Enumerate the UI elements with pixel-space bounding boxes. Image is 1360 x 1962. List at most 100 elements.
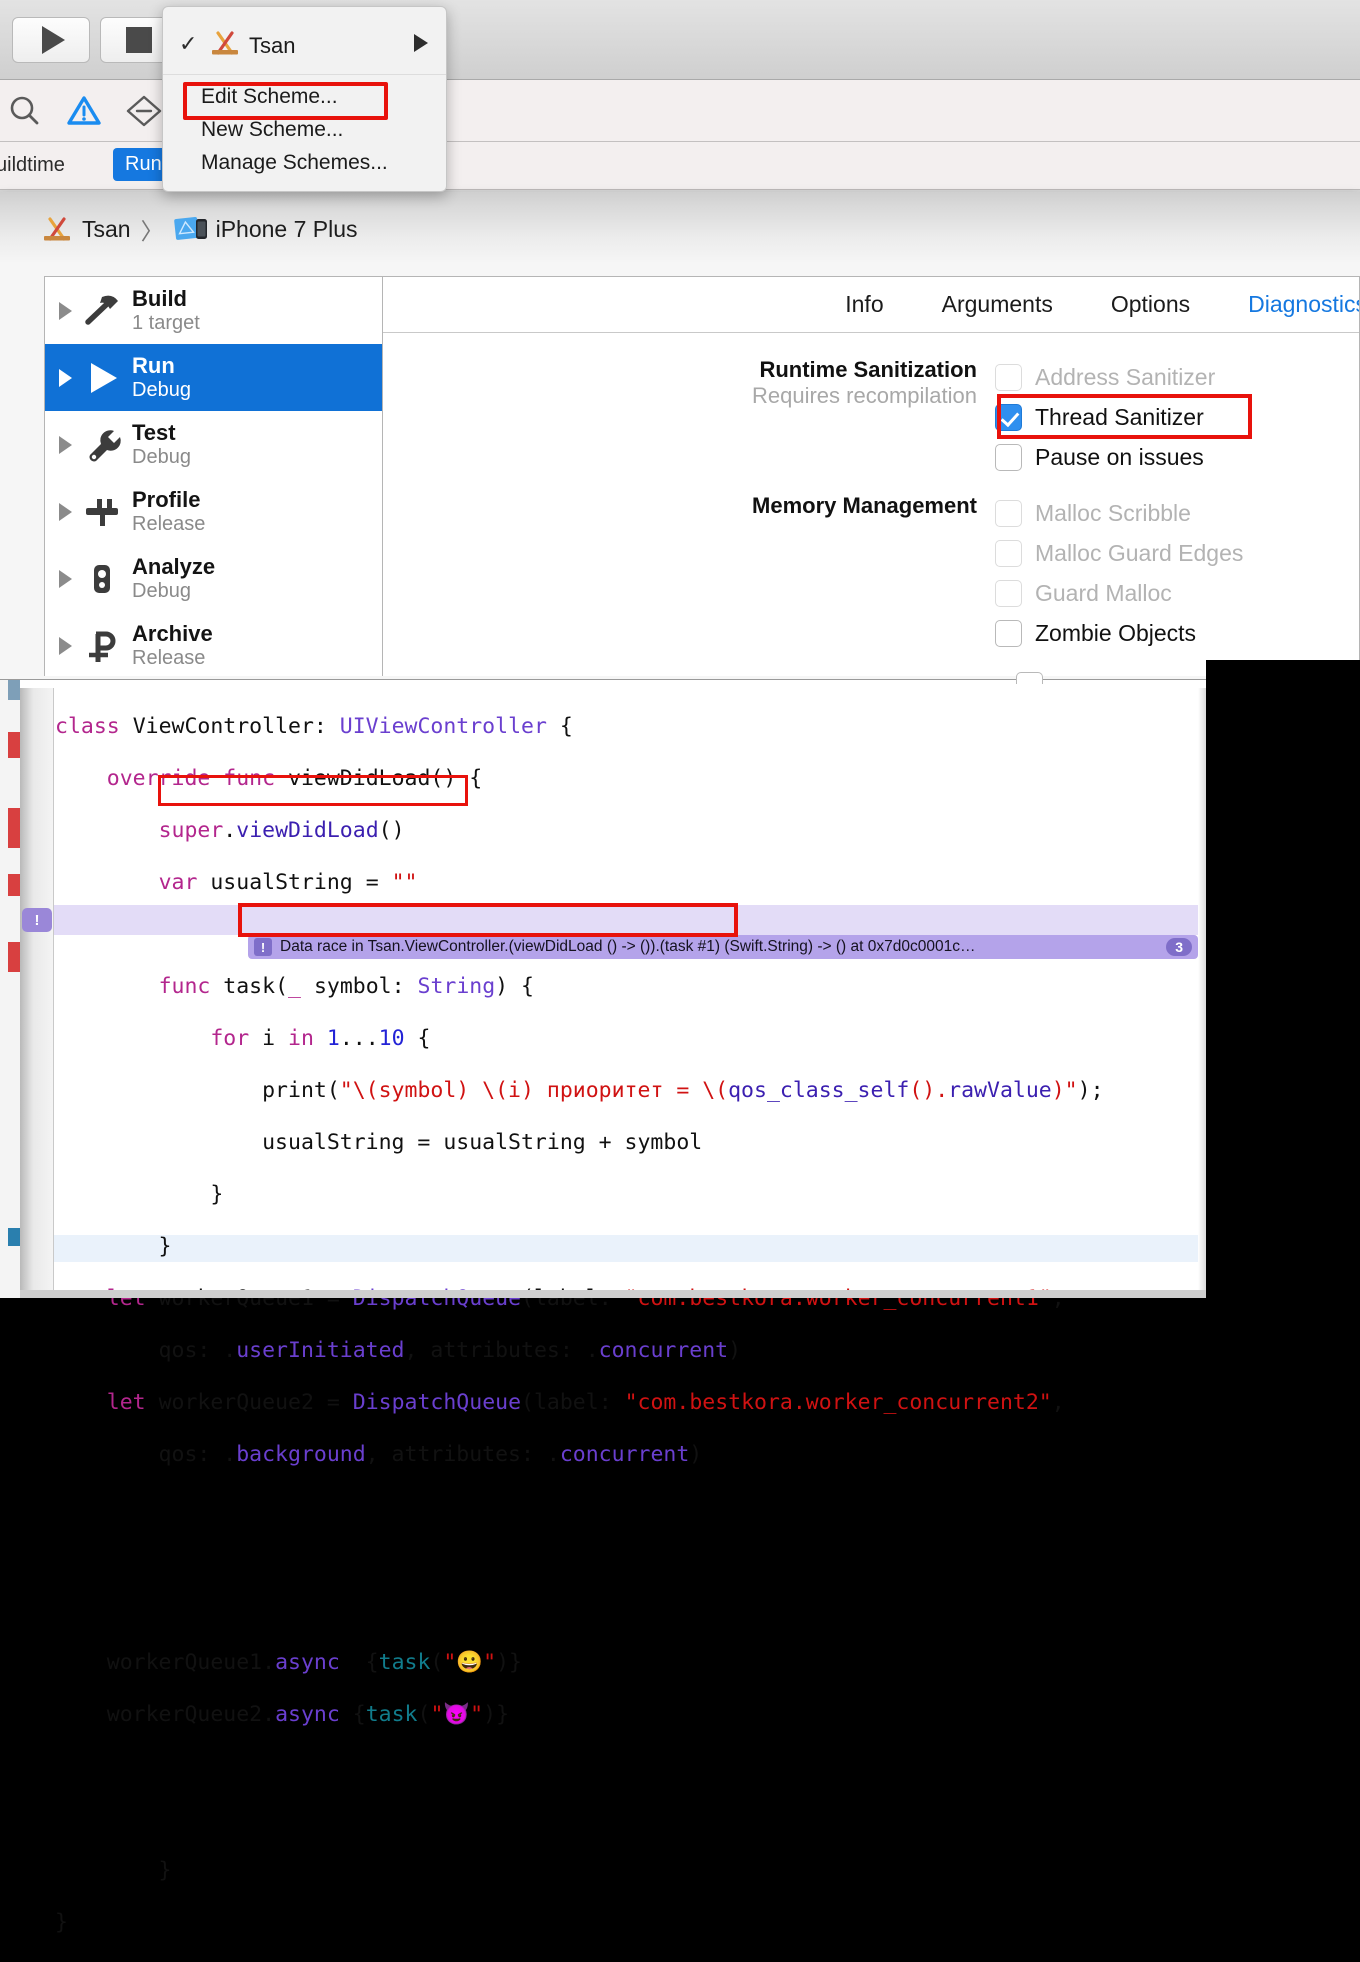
- checkbox-box[interactable]: [995, 499, 1022, 527]
- disclosure-triangle-icon[interactable]: [59, 569, 72, 588]
- checkbox-box[interactable]: [995, 403, 1022, 431]
- data-race-banner[interactable]: ! Data race in Tsan.ViewController.(view…: [248, 935, 1198, 959]
- code-line: for i in 1...10 {: [210, 1026, 431, 1051]
- code-line: }: [55, 1182, 224, 1207]
- scheme-row-archive[interactable]: Archive Release: [45, 612, 382, 676]
- issue-strip: [0, 680, 20, 1298]
- tab-options[interactable]: Options: [1111, 291, 1190, 318]
- breadcrumb-separator: 〉: [140, 218, 164, 244]
- microscope-icon: [94, 564, 110, 593]
- desktop-background: [1206, 680, 1360, 1298]
- checkbox-box[interactable]: [995, 619, 1022, 647]
- device-icon: [173, 216, 207, 240]
- xcode-app-icon: [212, 31, 238, 55]
- scheme-row-run[interactable]: Run Debug: [45, 344, 382, 411]
- code-line: func task(_ symbol: String) {: [158, 974, 535, 999]
- data-race-count-badge[interactable]: 3: [1166, 938, 1192, 956]
- disclosure-triangle-icon[interactable]: [59, 435, 72, 454]
- runtime-sanitization-group: Runtime Sanitization Requires recompilat…: [383, 357, 1215, 477]
- archive-icon: [89, 631, 116, 662]
- breadcrumb-destination[interactable]: iPhone 7 Plus: [216, 216, 358, 243]
- issue-mark: [8, 874, 20, 896]
- gauge-icon: [86, 498, 118, 526]
- tab-diagnostics[interactable]: Diagnostics: [1248, 291, 1359, 318]
- checkbox-label: Thread Sanitizer: [1035, 403, 1204, 430]
- checkbox-box[interactable]: [995, 579, 1022, 607]
- checkbox-label: Malloc Guard Edges: [1035, 539, 1244, 566]
- code-line: var usualString = "": [158, 870, 418, 895]
- menu-item-edit-scheme[interactable]: Edit Scheme...: [163, 80, 446, 113]
- hammer-icon: [85, 295, 118, 325]
- menu-item-manage-schemes[interactable]: Manage Schemes...: [163, 146, 446, 179]
- run-button[interactable]: [12, 17, 90, 63]
- code-line: qos: .userInitiated, attributes: .concur…: [55, 1338, 742, 1363]
- checkbox-label: Address Sanitizer: [1035, 363, 1216, 390]
- menu-item-tsan-scheme[interactable]: ✓ Tsan: [163, 7, 446, 75]
- scheme-row-subtitle: Release: [132, 646, 206, 669]
- xcode-app-icon: [44, 217, 70, 241]
- wrench-icon: [89, 429, 121, 461]
- scheme-row-test[interactable]: Test Debug: [45, 411, 382, 478]
- stop-icon: [126, 27, 152, 53]
- search-icon[interactable]: [4, 94, 48, 128]
- checkbox-box[interactable]: [995, 539, 1022, 567]
- play-icon: [42, 26, 65, 54]
- source-code[interactable]: class ViewController: UIViewController {…: [55, 688, 1206, 1935]
- scheme-row-subtitle: Debug: [132, 579, 191, 602]
- disclosure-triangle-icon[interactable]: [59, 301, 72, 320]
- scheme-row-build[interactable]: Build 1 target: [45, 277, 382, 344]
- editor-bottom-strip: [20, 1290, 1206, 1298]
- tab-info[interactable]: Info: [845, 291, 883, 318]
- disclosure-triangle-icon[interactable]: [59, 368, 72, 387]
- issue-mark: [8, 1228, 20, 1246]
- scheme-row-profile[interactable]: Profile Release: [45, 478, 382, 545]
- scheme-row-title: Profile: [132, 486, 201, 512]
- checkbox-malloc-guard-edges[interactable]: Malloc Guard Edges: [995, 533, 1243, 573]
- scheme-popup-menu: ✓ Tsan Edit Scheme... New Scheme... Mana…: [162, 6, 447, 192]
- checkbox-address-sanitizer[interactable]: Address Sanitizer: [995, 357, 1215, 397]
- scheme-row-title: Test: [132, 419, 176, 445]
- checkbox-malloc-scribble[interactable]: Malloc Scribble: [995, 493, 1243, 533]
- breadcrumb-scheme[interactable]: Tsan: [82, 216, 131, 243]
- checkbox-thread-sanitizer[interactable]: Thread Sanitizer: [995, 397, 1215, 437]
- segment-buildtime[interactable]: uildtime: [0, 150, 73, 181]
- disclosure-triangle-icon[interactable]: [59, 636, 72, 655]
- play-icon: [91, 362, 117, 393]
- memory-management-group: Memory Management Malloc Scribble Malloc…: [383, 493, 1243, 653]
- scheme-row-title: Run: [132, 352, 175, 378]
- issue-mark: [8, 732, 20, 758]
- code-line: }: [55, 1858, 172, 1883]
- disclosure-triangle-icon[interactable]: [59, 502, 72, 521]
- minus-circle-icon[interactable]: [122, 94, 166, 128]
- scheme-row-analyze[interactable]: Analyze Debug: [45, 545, 382, 612]
- warning-triangle-icon[interactable]: [62, 94, 106, 128]
- code-line: let workerQueue2 = DispatchQueue(label: …: [106, 1390, 1065, 1415]
- checkbox-partial-below-fold[interactable]: [1016, 672, 1043, 684]
- tab-arguments[interactable]: Arguments: [942, 291, 1053, 318]
- code-line: super.viewDidLoad(): [158, 818, 405, 843]
- data-race-banner-text: Data race in Tsan.ViewController.(viewDi…: [280, 938, 976, 955]
- desktop-background: [1206, 660, 1360, 680]
- memory-management-label: Memory Management: [752, 493, 977, 518]
- checkbox-box[interactable]: [995, 363, 1022, 391]
- scheme-editor-body: Build 1 target Run Debug Test Debug Prof…: [44, 276, 1360, 676]
- memory-management-labels: Memory Management: [383, 493, 995, 653]
- runtime-sanitization-options: Address Sanitizer Thread Sanitizer Pause…: [995, 357, 1215, 477]
- runtime-sanitization-sublabel: Requires recompilation: [752, 383, 977, 408]
- submenu-arrow-icon[interactable]: [414, 34, 428, 52]
- editor-gutter[interactable]: [20, 688, 54, 1298]
- checkbox-box[interactable]: [995, 443, 1022, 471]
- scheme-detail-pane: Info Arguments Options Diagnostics Runti…: [383, 277, 1359, 676]
- code-line: }: [55, 1234, 172, 1259]
- breadcrumb: Tsan 〉 iPhone 7 Plus: [40, 208, 358, 250]
- code-line: workerQueue2.async {task("😈")}: [55, 1702, 510, 1727]
- scheme-row-subtitle: Debug: [132, 445, 191, 468]
- issue-mark: [8, 942, 20, 972]
- code-line: class ViewController: UIViewController {: [55, 714, 573, 739]
- checkbox-zombie-objects[interactable]: Zombie Objects: [995, 613, 1243, 653]
- gutter-warning-icon[interactable]: !: [22, 908, 52, 932]
- menu-item-new-scheme[interactable]: New Scheme...: [163, 113, 446, 146]
- checkbox-guard-malloc[interactable]: Guard Malloc: [995, 573, 1243, 613]
- checkbox-pause-on-issues[interactable]: Pause on issues: [995, 437, 1215, 477]
